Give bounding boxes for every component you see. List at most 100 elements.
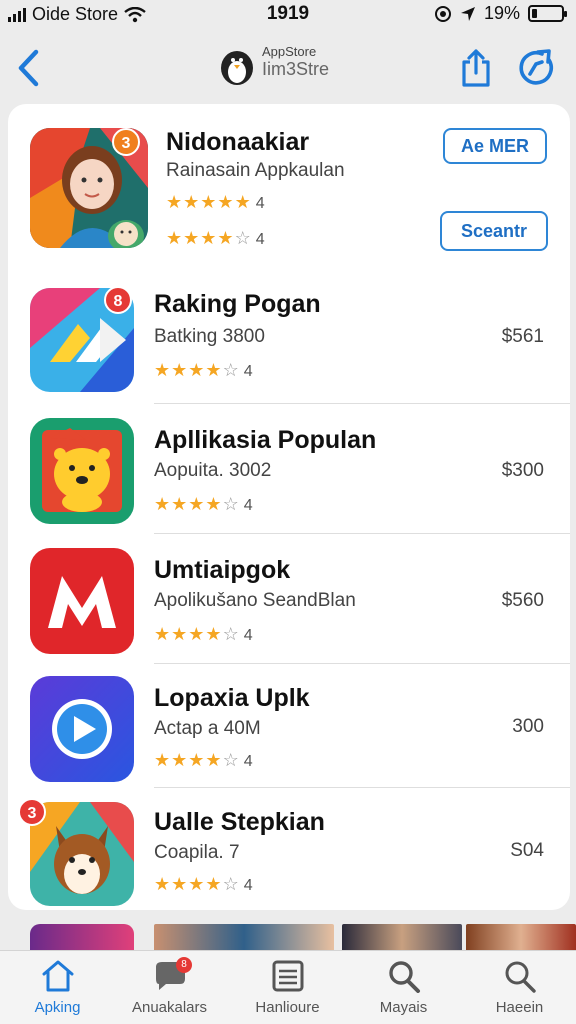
featured-primary-button[interactable]: Ae MER <box>443 128 547 164</box>
featured-secondary-button[interactable]: Sceantr <box>440 211 548 251</box>
star-icon: ★ <box>217 192 235 212</box>
tab-badge: 8 <box>176 957 192 973</box>
app-logo-icon <box>221 51 253 85</box>
app-subtitle: Actap a 40M <box>154 718 261 739</box>
tab-label: Mayais <box>379 999 428 1016</box>
tab-hanlioure[interactable]: Hanlioure <box>230 959 345 1016</box>
play-icon-art <box>30 676 134 782</box>
rating-count: 4 <box>243 497 254 514</box>
app-name: Umtiaipgok <box>154 556 291 584</box>
star-icon: ★ <box>183 192 201 212</box>
battery-fill <box>532 9 538 18</box>
star-icon: ☆ <box>234 228 252 248</box>
compass-icon[interactable] <box>516 48 556 88</box>
star-icon: ☆ <box>222 360 240 380</box>
star-icon: ★ <box>205 624 223 644</box>
nav-bar: AppStore Iim3Stre <box>0 34 576 100</box>
star-icon: ★ <box>205 874 223 894</box>
tab-anuakalars[interactable]: 8 Anuakalars <box>112 957 227 1016</box>
app-name: Raking Pogan <box>154 290 321 318</box>
star-icon: ★ <box>171 624 189 644</box>
star-icon: ★ <box>154 494 172 514</box>
app-subtitle: Aopuita. 3002 <box>154 460 272 481</box>
rating-count: 4 <box>243 627 254 644</box>
star-icon: ★ <box>188 494 206 514</box>
app-price[interactable]: $561 <box>502 326 544 348</box>
search-icon <box>388 961 420 993</box>
tab-apking[interactable]: Apking <box>0 959 115 1016</box>
search-icon <box>505 961 536 993</box>
star-icon: ★ <box>166 228 184 248</box>
app-badge: 8 <box>104 286 132 314</box>
app-price[interactable]: $560 <box>502 590 544 612</box>
star-icon: ★ <box>154 874 172 894</box>
battery-icon <box>528 5 567 22</box>
app-row[interactable]: 8 Raking Pogan Batking 3800 ★★★★☆ 4 $561 <box>8 268 570 404</box>
app-row[interactable]: Umtiaipgok Apolikušano SeandBlan ★★★★☆ 4 … <box>8 534 570 664</box>
app-row[interactable]: 3 Ualle Stepkian Coapila. 7 ★★★★☆ 4 S04 <box>8 788 570 910</box>
featured-badge: 3 <box>112 128 140 156</box>
star-icon: ★ <box>171 360 189 380</box>
app-rating: ★★★★☆ 4 <box>154 874 254 895</box>
m-logo-icon[interactable] <box>30 548 134 654</box>
app-name: Ualle Stepkian <box>154 808 325 836</box>
rating-count: 4 <box>255 231 266 248</box>
rating-count: 4 <box>243 753 254 770</box>
star-icon: ★ <box>171 874 189 894</box>
app-price[interactable]: S04 <box>510 840 544 862</box>
featured-app-subtitle: Rainasain Appkaulan <box>166 160 345 181</box>
tab-haeein[interactable]: Haeein <box>462 959 576 1016</box>
star-icon: ☆ <box>222 494 240 514</box>
back-chevron-icon[interactable] <box>14 48 44 88</box>
star-icon: ★ <box>234 192 252 212</box>
star-icon: ★ <box>154 624 172 644</box>
app-rating: ★★★★☆ 4 <box>154 360 254 381</box>
rotation-lock-icon <box>434 5 451 22</box>
nav-titles: AppStore Iim3Stre <box>262 44 329 80</box>
star-icon: ★ <box>166 192 184 212</box>
star-icon: ☆ <box>222 874 240 894</box>
tab-label: Apking <box>34 999 81 1016</box>
fox-icon-art <box>30 802 134 906</box>
star-icon: ★ <box>205 360 223 380</box>
star-icon: ★ <box>205 750 223 770</box>
status-right: 19% <box>434 3 567 24</box>
star-icon: ★ <box>183 228 201 248</box>
star-icon: ★ <box>188 750 206 770</box>
star-icon: ★ <box>200 192 218 212</box>
app-row[interactable]: Lopaxia Uplk Actap a 40M ★★★★☆ 4 300 <box>8 664 570 788</box>
app-subtitle: Batking 3800 <box>154 326 265 347</box>
rating-count: 4 <box>243 363 254 380</box>
lion-icon-art <box>30 418 134 524</box>
lion-icon[interactable] <box>30 418 134 524</box>
m-logo-icon-art <box>30 548 134 654</box>
tab-bar: Apking 8 Anuakalars Hanlioure Mayais Hae… <box>0 950 576 1024</box>
rating-count: 4 <box>243 877 254 894</box>
star-icon: ☆ <box>222 624 240 644</box>
fox-icon[interactable] <box>30 802 134 906</box>
star-icon: ★ <box>154 750 172 770</box>
app-price[interactable]: 300 <box>512 716 544 738</box>
tab-label: Hanlioure <box>255 999 320 1016</box>
tab-mayais[interactable]: Mayais <box>346 959 461 1016</box>
featured-rating-2: ★★★★☆ 4 <box>166 228 266 249</box>
app-name: Lopaxia Uplk <box>154 684 310 712</box>
star-icon: ★ <box>188 874 206 894</box>
play-icon[interactable] <box>30 676 134 782</box>
app-price[interactable]: $300 <box>502 460 544 482</box>
featured-app-row[interactable]: 3 Nidonaakiar Rainasain Appkaulan ★★★★★ 4… <box>8 104 570 254</box>
featured-app-name: Nidonaakiar <box>166 128 310 156</box>
nav-subtitle: AppStore <box>262 44 317 59</box>
star-icon: ★ <box>188 624 206 644</box>
share-icon[interactable] <box>458 48 494 88</box>
star-icon: ★ <box>205 494 223 514</box>
app-rating: ★★★★☆ 4 <box>154 750 254 771</box>
star-icon: ★ <box>217 228 235 248</box>
app-badge: 3 <box>18 798 46 826</box>
list-icon <box>272 960 303 992</box>
app-name: Apllikasia Populan <box>154 426 377 454</box>
app-row[interactable]: Apllikasia Populan Aopuita. 3002 ★★★★☆ 4 … <box>8 404 570 534</box>
star-icon: ★ <box>171 494 189 514</box>
tab-label: Haeein <box>495 999 544 1016</box>
tab-label: Anuakalars <box>131 999 208 1016</box>
